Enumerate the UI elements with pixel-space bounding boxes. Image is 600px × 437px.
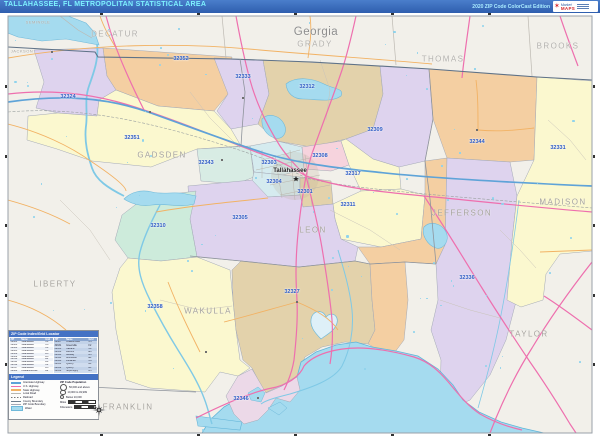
zip-region-32358 (111, 256, 251, 393)
zip-region-32311 (332, 188, 426, 248)
interstate-swatch (11, 381, 21, 384)
zip-region-32344-south (367, 261, 409, 353)
zip-index-table: ZIP Name Grid 32301 Tallahassee C4 32303 Tallah… (9, 337, 98, 374)
railroad-swatch (11, 397, 21, 399)
zip-region-32343 (196, 145, 255, 185)
zip-index-right: ZIP Name Grid 32327 Crawfordville C5 32331 Gree… (54, 338, 97, 373)
us-highway-swatch (11, 385, 21, 388)
water-swatch (11, 406, 23, 412)
scale-km-label: Kilometers (60, 405, 73, 409)
state-highway-swatch (11, 389, 21, 391)
scale-miles-label: Miles (60, 400, 67, 404)
map-document: TALLAHASSEE, FL METROPOLITAN STATISTICAL… (0, 0, 600, 437)
legend-panel: ZIP Code Index/Grid Locator ZIP Name Grid 3… (8, 330, 99, 420)
local-road-swatch (11, 393, 21, 395)
legend-road-items: Interstate Highway U.S. Highway State Hi… (11, 381, 57, 412)
compass-rose-icon (89, 400, 109, 420)
pop-small-icon (60, 395, 64, 400)
county-boundary-swatch (11, 400, 21, 402)
pop-medium-icon (60, 389, 66, 396)
zip-region-32344 (428, 68, 538, 163)
zip-index-left: ZIP Name Grid 32301 Tallahassee C4 32303 Tallah… (10, 338, 53, 373)
